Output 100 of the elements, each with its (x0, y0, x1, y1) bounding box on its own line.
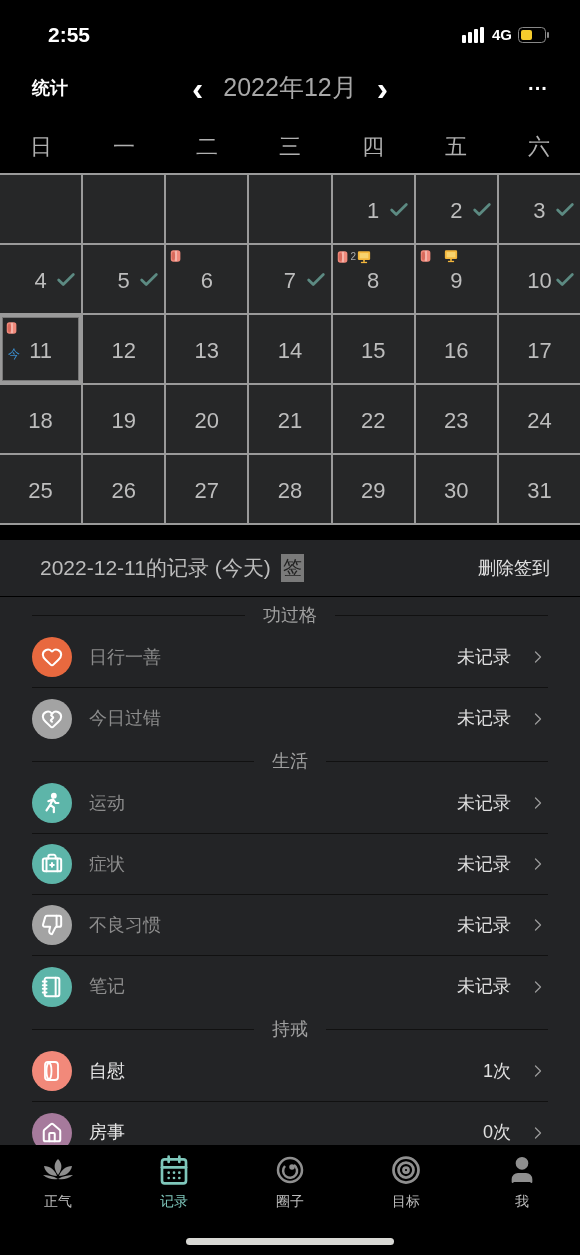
record-value: 未记录 (457, 791, 511, 815)
day-cell[interactable]: 4 (0, 245, 82, 313)
weekday-label: 三 (278, 133, 302, 161)
running-person-icon (32, 783, 72, 823)
battery-icon (518, 27, 550, 43)
day-cell[interactable]: 27 (166, 455, 248, 523)
day-cell[interactable]: 30 (415, 455, 497, 523)
record-row[interactable]: 不良习惯 未记录 (32, 895, 548, 956)
day-cell[interactable]: 21 (249, 385, 331, 453)
tab-bar-item[interactable]: 记录 (116, 1153, 232, 1212)
today-label: 今 (8, 346, 20, 363)
record-value: 未记录 (457, 913, 511, 937)
record-value: 1次 (483, 1059, 511, 1083)
day-cell[interactable]: 19 (83, 385, 165, 453)
record-value: 未记录 (457, 975, 511, 998)
day-cell[interactable]: 22 (332, 385, 414, 453)
day-number: 9 (450, 266, 463, 295)
toilet-roll-icon (335, 249, 350, 264)
section-title: 功过格 (262, 603, 318, 627)
day-cell[interactable]: 10 (498, 245, 580, 313)
record-value: 未记录 (457, 645, 511, 669)
day-cell[interactable]: 7 (249, 245, 331, 313)
signed-badge: 签 (280, 553, 304, 583)
record-row[interactable]: 笔记 未记录 (32, 956, 548, 1017)
signal-icon (462, 27, 486, 43)
day-cell[interactable]: 20 (166, 385, 248, 453)
record-value: 未记录 (457, 707, 511, 730)
day-number: 21 (277, 406, 303, 435)
day-cell[interactable]: 2 8 (332, 245, 414, 313)
status-time: 2:55 (48, 22, 91, 49)
record-label: 日行一善 (89, 645, 162, 669)
day-number: 27 (194, 476, 220, 505)
weekday-label: 四 (360, 133, 385, 161)
record-row[interactable]: 运动 未记录 (32, 773, 548, 834)
day-cell[interactable]: 26 (83, 455, 165, 523)
record-label: 笔记 (89, 975, 126, 998)
day-number: 19 (111, 406, 136, 435)
day-number: 17 (527, 336, 552, 365)
day-cell[interactable]: 今 11 (0, 315, 82, 383)
tab-bar-item[interactable]: 我 (464, 1153, 580, 1212)
day-number: 11 (29, 336, 52, 365)
day-number: 4 (34, 266, 47, 295)
day-cell[interactable]: 2 (415, 175, 497, 243)
day-number: 5 (117, 266, 130, 295)
next-month-button[interactable]: › (376, 71, 389, 105)
notebook-icon (32, 966, 72, 1007)
day-number: 24 (527, 406, 552, 435)
tab-bar-item[interactable]: 圈子 (232, 1153, 348, 1212)
day-number: 25 (28, 476, 53, 505)
record-row[interactable]: 今日过错 未记录 (32, 688, 548, 749)
day-number: 15 (360, 336, 386, 365)
record-row[interactable]: 日行一善 未记录 (32, 627, 548, 688)
section-title: 持戒 (271, 1017, 309, 1041)
day-cell[interactable]: 14 (249, 315, 331, 383)
day-number: 3 (533, 196, 546, 225)
day-cell[interactable]: 12 (83, 315, 165, 383)
record-label: 不良习惯 (89, 913, 162, 937)
record-label: 自慰 (89, 1059, 126, 1083)
day-cell[interactable]: 28 (249, 455, 331, 523)
record-value: 未记录 (457, 852, 511, 876)
house-icon (32, 1112, 72, 1145)
record-title: 2022-12-11的记录 (今天) (40, 555, 271, 582)
stats-button[interactable]: 统计 (32, 74, 92, 102)
day-cell[interactable]: 23 (415, 385, 497, 453)
record-row[interactable]: 症状 未记录 (32, 834, 548, 895)
day-cell[interactable]: 5 (83, 245, 165, 313)
day-cell[interactable]: 6 (166, 245, 248, 313)
tab-bar-item[interactable]: 正气 (0, 1153, 116, 1212)
day-cell[interactable]: 16 (415, 315, 497, 383)
record-row[interactable]: 自慰 1次 (32, 1041, 548, 1102)
day-number: 16 (444, 336, 469, 365)
day-cell[interactable]: 17 (498, 315, 580, 383)
day-cell[interactable]: 13 (166, 315, 248, 383)
delete-signin-button[interactable]: 删除签到 (478, 554, 550, 582)
day-number: 8 (367, 266, 380, 295)
count-label: 2 (350, 250, 357, 264)
day-cell[interactable]: 25 (0, 455, 82, 523)
day-cell[interactable]: 9 (415, 245, 497, 313)
previous-month-button[interactable]: ‹ (191, 71, 204, 105)
day-cell[interactable]: 3 (498, 175, 580, 243)
day-number: 14 (277, 336, 303, 365)
more-button[interactable]: ··· (488, 73, 548, 103)
day-number: 6 (200, 266, 213, 295)
day-cell[interactable]: 24 (498, 385, 580, 453)
record-label: 房事 (89, 1121, 126, 1144)
day-cell[interactable]: 15 (332, 315, 414, 383)
day-number: 13 (194, 336, 220, 365)
network-label: 4G (492, 24, 512, 45)
day-number: 26 (111, 476, 136, 505)
day-cell[interactable]: 1 (332, 175, 414, 243)
day-cell[interactable]: 29 (332, 455, 414, 523)
day-cell[interactable]: 31 (498, 455, 580, 523)
day-number: 2 (450, 196, 463, 225)
toilet-roll-icon (5, 321, 19, 335)
day-number: 18 (28, 406, 53, 435)
day-cell[interactable]: 18 (0, 385, 82, 453)
tab-bar-item[interactable]: 目标 (348, 1153, 464, 1212)
record-value: 0次 (483, 1121, 511, 1144)
record-label: 症状 (89, 852, 126, 876)
toilet-roll-icon (32, 1051, 72, 1091)
